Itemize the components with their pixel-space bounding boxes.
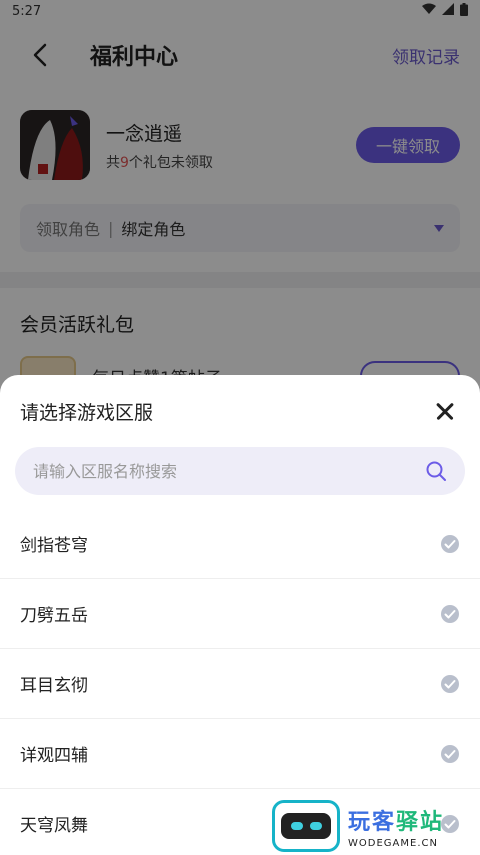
check-circle-icon <box>441 534 459 553</box>
search-bar <box>15 447 465 495</box>
watermark-cn-part1: 玩客 <box>348 809 397 835</box>
sheet-title: 请选择游戏区服 <box>20 401 154 424</box>
check-circle-icon <box>441 744 459 763</box>
server-item[interactable]: 刀劈五岳 <box>0 579 480 649</box>
search-input[interactable] <box>33 461 425 481</box>
watermark-logo: 玩客驿站 WODEGAME.CN <box>272 798 472 854</box>
robot-face <box>281 813 331 839</box>
robot-logo-icon <box>272 800 340 852</box>
server-item[interactable]: 剑指苍穹 <box>0 509 480 579</box>
watermark-cn-part2: 驿站 <box>396 809 445 835</box>
check-circle-icon <box>441 674 459 693</box>
server-item[interactable]: 详观四辅 <box>0 719 480 789</box>
robot-eye <box>290 822 303 830</box>
server-name: 详观四辅 <box>20 746 88 766</box>
server-name: 耳目玄彻 <box>20 676 88 696</box>
watermark-en: WODEGAME.CN <box>348 837 438 849</box>
server-name: 刀劈五岳 <box>20 606 88 626</box>
close-icon[interactable] <box>430 396 460 426</box>
watermark-text: 玩客驿站 WODEGAME.CN <box>348 804 444 849</box>
sheet-header: 请选择游戏区服 <box>0 375 480 447</box>
check-circle-icon <box>441 604 459 623</box>
search-icon[interactable] <box>425 460 447 482</box>
server-name: 剑指苍穹 <box>20 536 88 556</box>
robot-eye <box>309 822 322 830</box>
watermark-cn: 玩客驿站 <box>348 804 444 836</box>
server-select-sheet: 请选择游戏区服 剑指苍穹 刀劈五岳 耳目玄彻 详观四辅 天穹凤舞 <box>0 375 480 855</box>
server-item[interactable]: 耳目玄彻 <box>0 649 480 719</box>
